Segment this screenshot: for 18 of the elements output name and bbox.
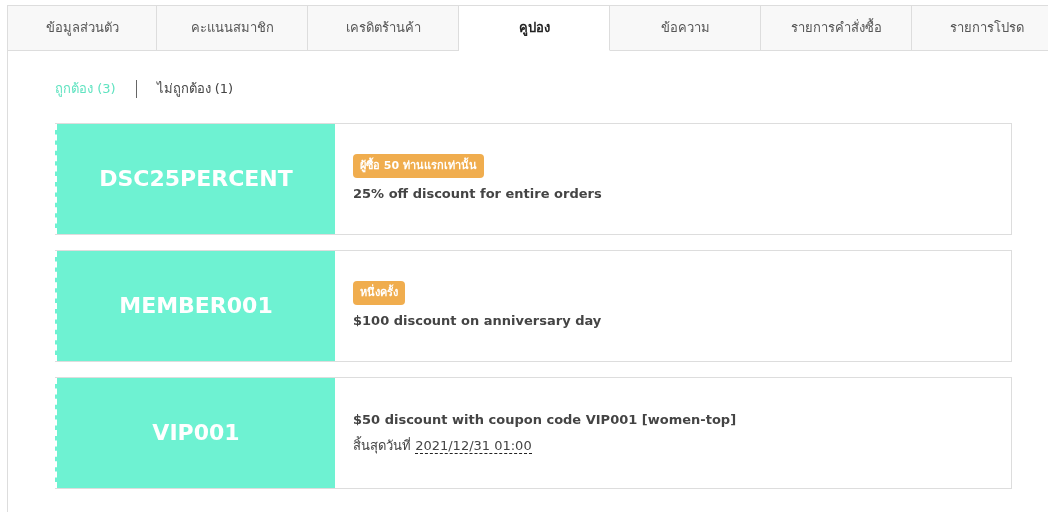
tab[interactable]: คะแนนสมาชิก bbox=[157, 5, 308, 51]
coupon-code: MEMBER001 bbox=[55, 250, 335, 361]
coupon-description: $100 discount on anniversary day bbox=[353, 312, 602, 330]
tab[interactable]: รายการโปรด bbox=[912, 5, 1048, 51]
coupon-description: $50 discount with coupon code VIP001 [women-top] bbox=[353, 411, 737, 429]
coupon-code: VIP001 bbox=[55, 377, 335, 488]
tab[interactable]: รายการคำสั่งซื้อ bbox=[761, 5, 912, 51]
coupon-description: 25% off discount for entire orders bbox=[353, 185, 602, 203]
expiry-date: 2021/12/31 01:00 bbox=[415, 437, 532, 454]
coupon-code: DSC25PERCENT bbox=[55, 123, 335, 234]
filter-tab[interactable]: ไม่ถูกต้อง (1) bbox=[156, 79, 234, 99]
tab[interactable]: คูปอง bbox=[459, 5, 610, 51]
coupon-tag: หนึ่งครั้ง bbox=[353, 280, 405, 305]
tab[interactable]: ข้อความ bbox=[610, 5, 761, 51]
tab[interactable]: ข้อมูลส่วนตัว bbox=[7, 5, 157, 51]
coupon-tag: ผู้ซื้อ 50 ท่านแรกเท่านั้น bbox=[353, 153, 484, 178]
tab[interactable]: เครดิตร้านค้า bbox=[308, 5, 459, 51]
expiry-label: สิ้นสุดวันที่ bbox=[353, 437, 411, 453]
